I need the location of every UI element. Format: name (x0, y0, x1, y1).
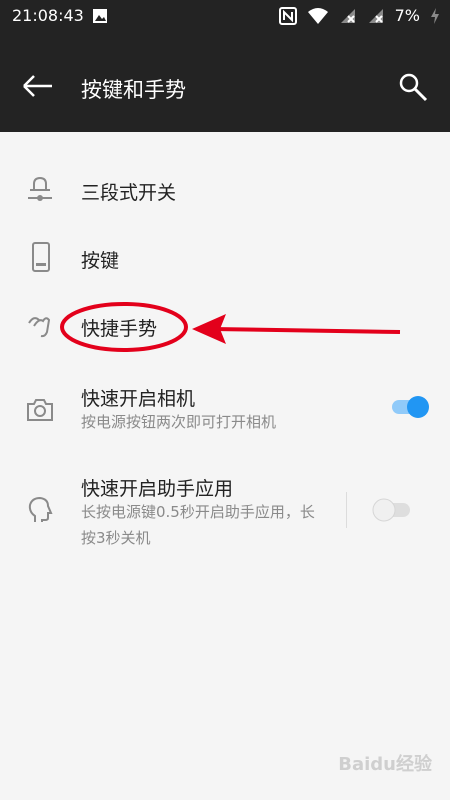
back-arrow-icon[interactable] (20, 74, 56, 98)
phone-icon (32, 242, 50, 272)
status-time: 21:08:43 (12, 6, 84, 25)
wifi-icon (307, 7, 328, 24)
quick-camera-toggle[interactable] (388, 393, 432, 421)
app-bar: 按键和手势 (0, 32, 450, 132)
signal-no-sim-icon (340, 8, 355, 23)
gesture-icon (28, 317, 51, 338)
camera-icon (27, 399, 53, 421)
setting-title: 快速开启相机 (81, 388, 196, 410)
signal-no-sim-icon-2 (368, 8, 383, 23)
setting-title: 快捷手势 (81, 318, 158, 340)
battery-charging-icon (431, 7, 439, 24)
bell-slider-icon (28, 176, 52, 201)
nfc-icon (278, 6, 297, 25)
status-icons: 7% (278, 6, 440, 25)
setting-alert-slider[interactable]: 三段式开关 (0, 160, 450, 220)
image-notification-icon (93, 9, 107, 23)
setting-quick-gestures[interactable]: 快捷手势 (0, 296, 450, 356)
setting-title: 快速开启助手应用 (81, 478, 234, 500)
setting-subtitle: 长按电源键0.5秒开启助手应用，长按3秒关机 (81, 503, 315, 547)
setting-quick-camera[interactable]: 快速开启相机 按电源按钮两次即可打开相机 (0, 375, 450, 445)
row-divider (346, 492, 347, 528)
search-icon[interactable] (398, 72, 428, 102)
baidu-watermark: Baidu经验 (338, 754, 432, 775)
quick-assistant-toggle[interactable] (370, 496, 416, 524)
assistant-head-icon (28, 496, 53, 522)
status-bar: 21:08:43 7% (0, 0, 450, 32)
page-title: 按键和手势 (81, 78, 186, 102)
battery-level: 7% (394, 6, 420, 25)
setting-title: 三段式开关 (81, 182, 177, 204)
setting-title: 按键 (81, 250, 120, 272)
setting-buttons[interactable]: 按键 (0, 228, 450, 288)
setting-quick-assistant[interactable]: 快速开启助手应用 长按电源键0.5秒开启助手应用，长按3秒关机 (0, 468, 450, 558)
setting-subtitle: 按电源按钮两次即可打开相机 (81, 413, 277, 431)
